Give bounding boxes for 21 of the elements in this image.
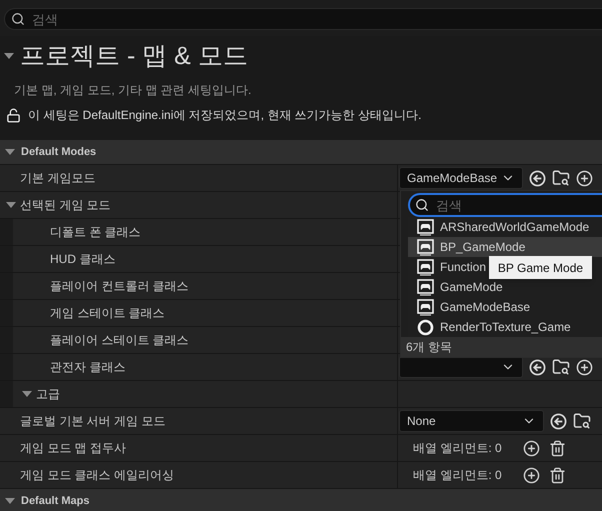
item-count: 6개 항목 bbox=[406, 339, 452, 356]
tooltip: BP Game Mode bbox=[489, 256, 592, 279]
dropdown-value: GameModeBase bbox=[407, 170, 498, 187]
property-label: HUD 클래스 bbox=[49, 251, 116, 268]
property-label: 글로벌 기본 서버 게임 모드 bbox=[20, 413, 166, 430]
property-label: 게임 모드 클래스 에일리어싱 bbox=[20, 467, 174, 484]
property-label: 플레이어 스테이트 클래스 bbox=[49, 332, 189, 349]
property-label: 관전자 클래스 bbox=[49, 359, 126, 376]
property-label: 게임 스테이트 클래스 bbox=[49, 305, 165, 322]
property-label: 플레이어 컨트롤러 클래스 bbox=[49, 278, 189, 295]
lock-notice: 이 세팅은 DefaultEngine.ini에 저장되었으며, 현재 쓰기가능한 상태입니다. bbox=[28, 107, 422, 124]
property-label: 선택된 게임 모드 bbox=[20, 197, 111, 214]
array-count: 배열 엘리먼트: 0 bbox=[413, 440, 503, 457]
property-label: 기본 게임모드 bbox=[20, 170, 96, 187]
page-title: 프로젝트 - 맵 & 모드 bbox=[20, 44, 248, 68]
array-count: 배열 엘리먼트: 0 bbox=[413, 467, 503, 484]
property-label: 게임 모드 맵 접두사 bbox=[20, 440, 126, 457]
property-label: 고급 bbox=[36, 386, 60, 403]
dropdown-value: None bbox=[407, 413, 436, 430]
property-label: 디폴트 폰 클래스 bbox=[49, 224, 141, 241]
page-description: 기본 맵, 게임 모드, 기타 맵 관련 세팅입니다. bbox=[14, 83, 252, 97]
